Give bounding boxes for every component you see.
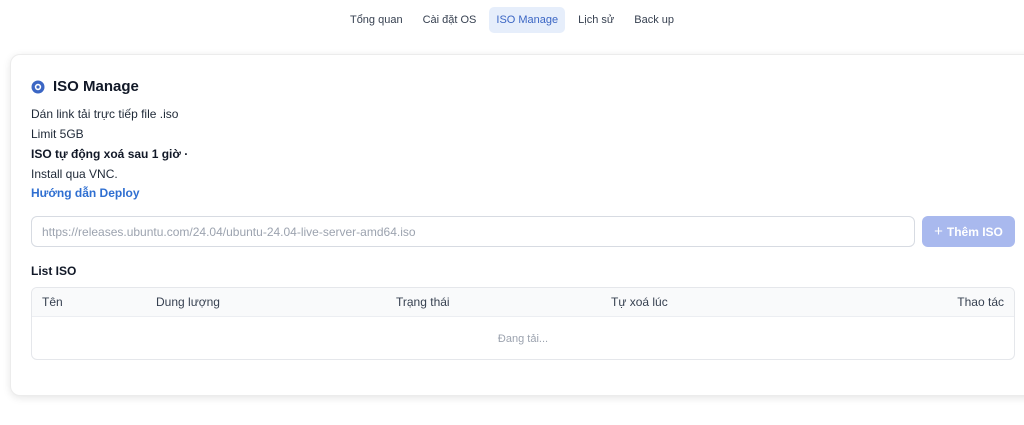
column-actions: Thao tác	[957, 295, 1004, 309]
info-auto-delete: ISO tự động xoá sau 1 giờ ·	[31, 147, 189, 161]
tab-backup[interactable]: Back up	[627, 7, 681, 33]
info-direct-link: Dán link tải trực tiếp file .iso	[31, 107, 179, 121]
add-iso-label: Thêm ISO	[946, 224, 1003, 239]
iso-manage-card: ISO Manage Dán link tải trực tiếp file .…	[10, 54, 1024, 396]
deploy-guide-link[interactable]: Hướng dẫn Deploy	[31, 186, 140, 200]
column-name: Tên	[42, 295, 63, 309]
card-header: ISO Manage	[31, 78, 139, 95]
add-iso-button[interactable]: + Thêm ISO	[922, 216, 1015, 247]
info-limit: Limit 5GB	[31, 127, 84, 141]
iso-url-input[interactable]	[31, 216, 915, 247]
column-size: Dung lượng	[156, 295, 220, 309]
iso-list-title: List ISO	[31, 264, 77, 278]
loading-text: Đang tải...	[497, 332, 549, 345]
tab-overview[interactable]: Tổng quan	[343, 7, 410, 33]
disc-icon	[31, 80, 45, 93]
table-header: Tên Dung lượng Trạng thái Tự xoá lúc Tha…	[32, 288, 1014, 317]
card-title: ISO Manage	[53, 78, 139, 95]
column-status: Trạng thái	[396, 295, 450, 309]
tab-iso-manage[interactable]: ISO Manage	[489, 7, 566, 33]
iso-table: Tên Dung lượng Trạng thái Tự xoá lúc Tha…	[31, 287, 1015, 360]
plus-icon: +	[934, 223, 943, 240]
tab-history[interactable]: Lịch sử	[571, 7, 621, 33]
table-body: Đang tải...	[32, 317, 1014, 359]
info-install-vnc: Install qua VNC.	[31, 167, 118, 181]
top-tab-bar: Tổng quan Cài đặt OS ISO Manage Lịch sử …	[0, 7, 1024, 33]
tab-install-os[interactable]: Cài đặt OS	[416, 7, 484, 33]
column-auto-delete-time: Tự xoá lúc	[611, 295, 668, 309]
